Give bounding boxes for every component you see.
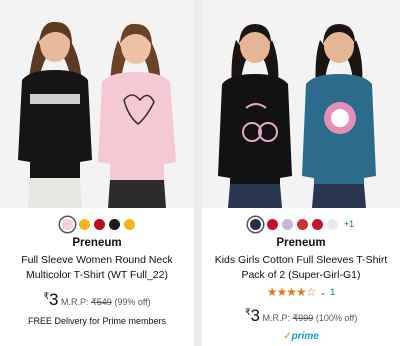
price-amount[interactable]: 3 bbox=[49, 290, 58, 309]
product-card-women-tshirt[interactable]: Preneum Full Sleeve Women Round Neck Mul… bbox=[0, 0, 194, 346]
color-swatch[interactable] bbox=[311, 218, 323, 230]
color-swatch[interactable] bbox=[93, 218, 105, 230]
chevron-down-icon[interactable]: ⌄ bbox=[320, 288, 327, 297]
product-title-link[interactable]: Kids Girls Cotton Full Sleeves T-Shirt P… bbox=[208, 253, 394, 283]
rating-row[interactable]: ★★★★☆ ⌄ 1 bbox=[202, 285, 400, 299]
prime-badge: ✓prime bbox=[202, 331, 400, 342]
mrp-label: M.R.P: bbox=[262, 313, 291, 323]
rating-count[interactable]: 1 bbox=[330, 287, 335, 297]
color-swatches bbox=[0, 216, 194, 232]
mrp-label: M.R.P: bbox=[61, 297, 89, 307]
product-brand: Preneum bbox=[276, 237, 326, 249]
price-currency: ₹ bbox=[43, 291, 50, 301]
discount-text: (99% off) bbox=[114, 297, 151, 307]
color-swatch[interactable] bbox=[266, 218, 278, 230]
color-swatch[interactable] bbox=[281, 218, 293, 230]
prime-check-icon: ✓ bbox=[283, 331, 292, 342]
product-image-kids-tshirt[interactable] bbox=[202, 0, 400, 208]
color-swatch[interactable] bbox=[296, 218, 308, 230]
color-swatches: +1 bbox=[202, 216, 400, 232]
rating-stars[interactable]: ★★★★☆ bbox=[267, 285, 317, 299]
mrp-value: ₹549 bbox=[91, 297, 112, 307]
product-card-kids-tshirt[interactable]: +1 Preneum Kids Girls Cotton Full Sleeve… bbox=[202, 0, 400, 346]
color-swatch[interactable] bbox=[247, 216, 263, 232]
delivery-info: FREE Delivery for Prime members bbox=[27, 316, 167, 326]
color-swatch[interactable] bbox=[108, 218, 120, 230]
product-brand: Preneum bbox=[72, 237, 122, 249]
product-image-women-tshirt[interactable] bbox=[0, 0, 194, 208]
discount-text: (100% off) bbox=[315, 313, 358, 323]
price-row: ₹3 M.R.P: ₹549 (99% off) bbox=[0, 290, 194, 310]
color-swatch[interactable] bbox=[326, 218, 338, 230]
prime-label: prime bbox=[291, 331, 319, 342]
mrp-value: ₹999 bbox=[292, 313, 314, 323]
price-currency: ₹ bbox=[244, 307, 251, 317]
product-title-link[interactable]: Full Sleeve Women Round Neck Multicolor … bbox=[6, 253, 188, 283]
color-swatch[interactable] bbox=[78, 218, 90, 230]
color-swatch[interactable] bbox=[123, 218, 135, 230]
price-amount[interactable]: 3 bbox=[251, 306, 260, 325]
card-divider bbox=[194, 0, 202, 346]
color-swatch[interactable] bbox=[59, 216, 75, 232]
more-colors-link[interactable]: +1 bbox=[344, 219, 354, 229]
price-row: ₹3 M.R.P: ₹999 (100% off) bbox=[202, 306, 400, 326]
